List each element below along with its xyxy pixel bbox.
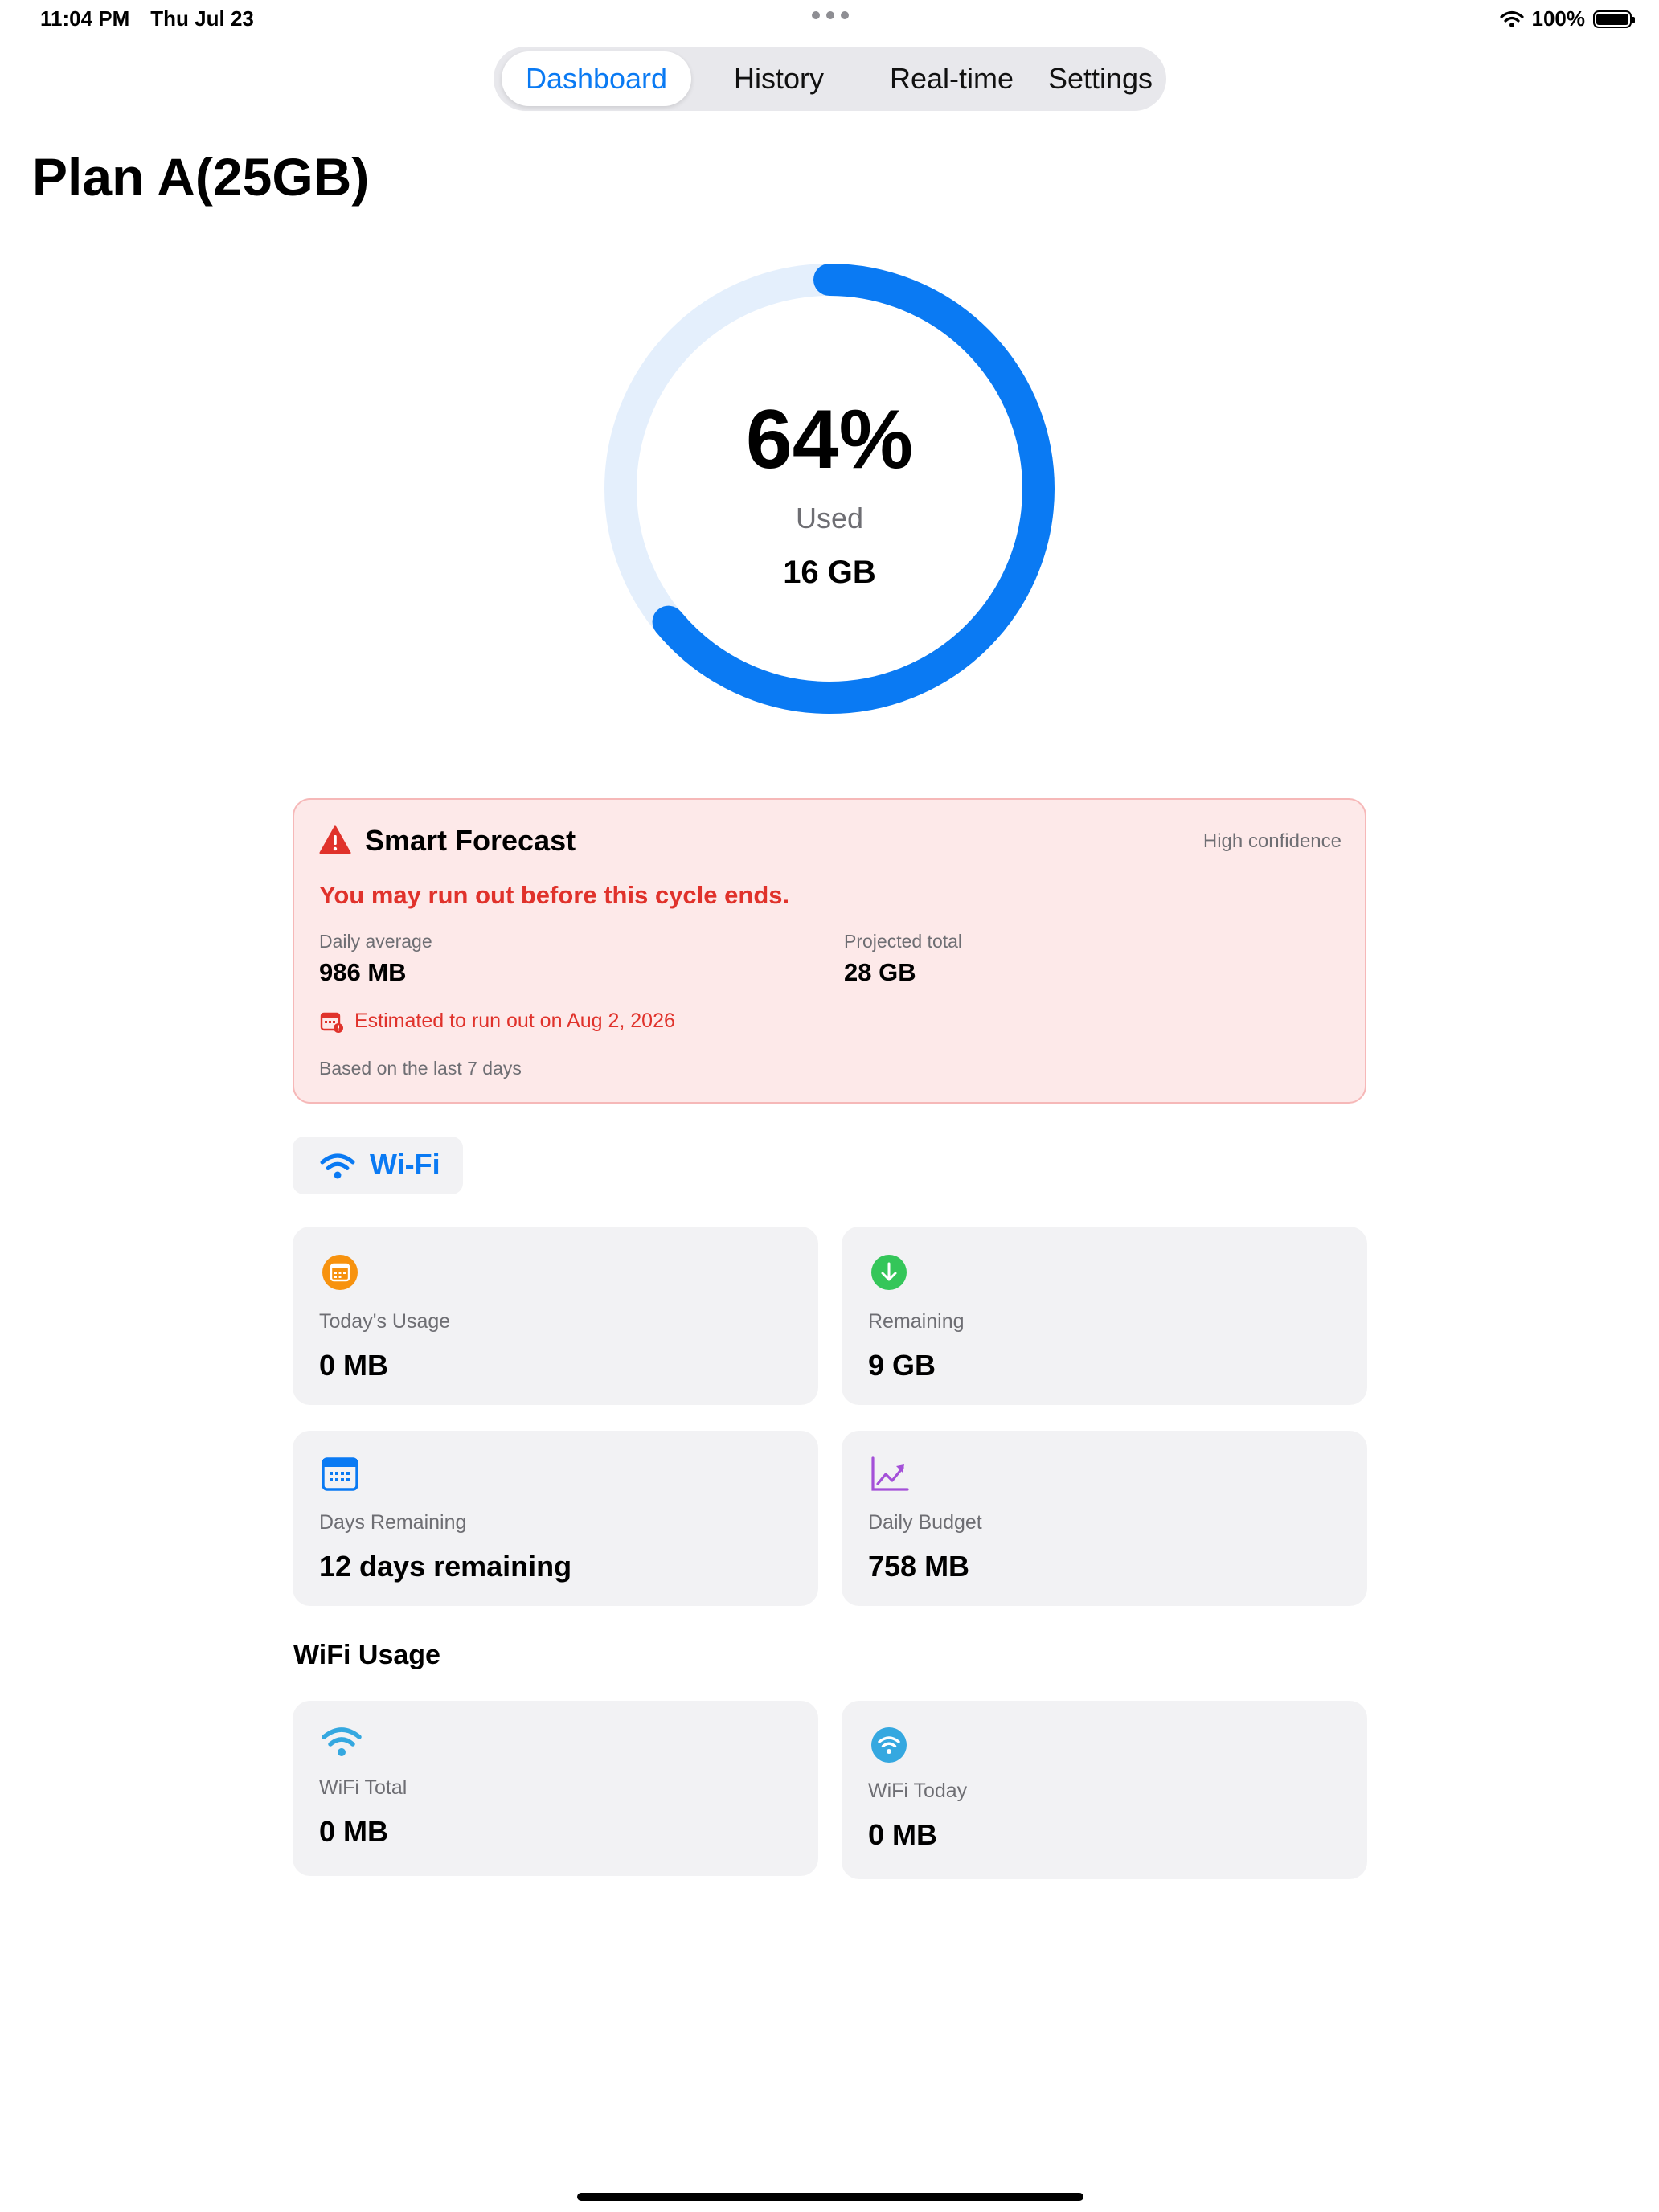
tab-real-time[interactable]: Real-time: [863, 51, 1040, 106]
todays-usage-label: Today's Usage: [319, 1310, 451, 1333]
calendar-today-icon: [322, 1255, 358, 1290]
forecast-basis: Based on the last 7 days: [319, 1058, 522, 1079]
download-arrow-icon: [871, 1255, 907, 1290]
wifi-icon: [320, 1153, 355, 1179]
tab-bar: Dashboard History Real-time Settings: [494, 47, 1166, 111]
wifi-today-value: 0 MB: [868, 1818, 938, 1851]
status-bar-right: 100%: [1499, 6, 1635, 31]
page-title: Plan A(25GB): [32, 147, 370, 207]
battery-percent: 100%: [1531, 6, 1586, 31]
tab-dashboard[interactable]: Dashboard: [502, 51, 691, 106]
usage-amount: 16 GB: [783, 555, 876, 590]
calendar-alert-icon: [320, 1012, 343, 1033]
todays-usage-value: 0 MB: [319, 1349, 389, 1382]
wifi-today-label: WiFi Today: [868, 1780, 968, 1802]
wifi-total-value: 0 MB: [319, 1815, 389, 1848]
tab-history[interactable]: History: [694, 51, 863, 106]
trend-chart-icon: [871, 1456, 909, 1491]
multitasking-dots[interactable]: [812, 11, 849, 21]
remaining-value: 9 GB: [868, 1349, 936, 1382]
warning-icon: [319, 825, 351, 854]
home-indicator[interactable]: [577, 2193, 1083, 2201]
days-remaining-value: 12 days remaining: [319, 1550, 572, 1583]
wifi-total-label: WiFi Total: [319, 1776, 408, 1799]
remaining-label: Remaining: [868, 1310, 965, 1333]
daily-budget-label: Daily Budget: [868, 1511, 982, 1534]
daily-average-label: Daily average: [319, 931, 432, 952]
wifi-total-icon: [322, 1727, 362, 1756]
forecast-confidence: High confidence: [1202, 830, 1342, 852]
forecast-estimate: Estimated to run out on Aug 2, 2026: [354, 1010, 675, 1032]
network-chip-label: Wi-Fi: [370, 1148, 440, 1181]
status-time: 11:04 PM: [40, 6, 130, 31]
status-bar-left: 11:04 PM Thu Jul 23: [40, 6, 254, 31]
usage-ring: [604, 264, 1055, 714]
daily-budget-value: 758 MB: [868, 1550, 970, 1583]
days-remaining-label: Days Remaining: [319, 1511, 467, 1534]
daily-average-value: 986 MB: [319, 958, 407, 986]
wifi-usage-title: WiFi Usage: [293, 1640, 440, 1670]
wifi-today-icon: [871, 1727, 907, 1763]
wifi-status-icon: [1499, 10, 1524, 27]
status-date: Thu Jul 23: [150, 6, 254, 31]
forecast-title: Smart Forecast: [365, 824, 576, 857]
projected-total-label: Projected total: [844, 931, 963, 952]
usage-used-label: Used: [795, 502, 864, 535]
usage-percent: 64%: [745, 393, 914, 486]
forecast-warning: You may run out before this cycle ends.: [319, 881, 790, 909]
calendar-icon: [322, 1457, 358, 1491]
tab-settings[interactable]: Settings: [1040, 51, 1161, 106]
battery-icon: [1593, 10, 1635, 28]
projected-total-value: 28 GB: [844, 958, 916, 986]
